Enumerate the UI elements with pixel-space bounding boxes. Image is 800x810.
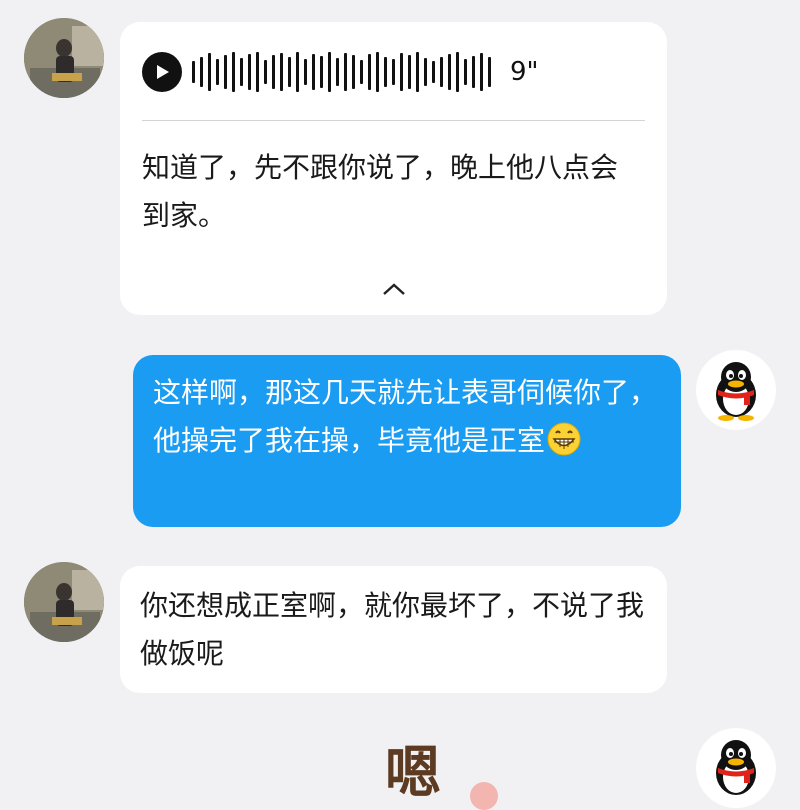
incoming-message-bubble[interactable]: 你还想成正室啊，就你最坏了，不说了我做饭呢 [120, 566, 667, 693]
waveform-bar [424, 58, 427, 86]
waveform-bar [224, 55, 227, 89]
waveform-bar [440, 57, 443, 87]
waveform-bar [480, 53, 483, 91]
voice-transcript: 知道了，先不跟你说了，晚上他八点会到家。 [142, 151, 619, 232]
waveform-bar [456, 52, 459, 92]
my-avatar[interactable] [696, 350, 776, 430]
waveform-bar [376, 52, 379, 92]
contact-avatar[interactable] [24, 562, 104, 642]
waveform-bar [256, 52, 259, 92]
waveform-bar [408, 55, 411, 89]
waveform-bar [248, 54, 251, 90]
waveform-bar [288, 57, 291, 87]
transcript-divider [142, 120, 645, 121]
contact-photo [24, 562, 104, 642]
waveform-bar [464, 59, 467, 85]
contact-avatar[interactable] [24, 18, 104, 98]
waveform-bar [208, 53, 211, 91]
voice-duration: 9" [510, 57, 539, 87]
waveform-bar [432, 61, 435, 83]
waveform-bar [192, 61, 195, 83]
waveform-bar [368, 54, 371, 90]
waveform-bar [328, 52, 331, 92]
my-avatar[interactable] [696, 728, 776, 808]
penguin-icon [716, 740, 756, 795]
waveform-bar [320, 56, 323, 88]
penguin-icon [716, 362, 756, 421]
voice-message-bubble[interactable]: 9" 知道了，先不跟你说了，晚上他八点会到家。 [120, 22, 667, 315]
waveform-bar [232, 52, 235, 92]
waveform-bar [312, 54, 315, 90]
waveform-bar [400, 53, 403, 91]
waveform-bar [240, 58, 243, 86]
grinning-face-emoji [547, 422, 581, 471]
waveform-bar [472, 56, 475, 88]
waveform-bar [264, 60, 267, 84]
voice-waveform [192, 52, 496, 92]
incoming-message-text: 你还想成正室啊，就你最坏了，不说了我做饭呢 [140, 589, 645, 670]
waveform-bar [448, 54, 451, 90]
waveform-bar [336, 58, 339, 86]
waveform-bar [344, 53, 347, 91]
waveform-bar [296, 52, 299, 92]
contact-photo [24, 18, 104, 98]
waveform-bar [488, 57, 491, 87]
waveform-bar [416, 52, 419, 92]
waveform-bar [360, 60, 363, 84]
chevron-up-icon[interactable] [374, 274, 414, 304]
waveform-bar [216, 59, 219, 85]
waveform-bar [384, 57, 387, 87]
waveform-bar [280, 53, 283, 91]
waveform-bar [200, 57, 203, 87]
outgoing-message-text-wrap: 这样啊，那这几天就先让表哥伺候你了，他操完了我在操，毕竟他是正室 [153, 369, 663, 471]
waveform-bar [304, 59, 307, 85]
waveform-bar [272, 55, 275, 89]
play-icon[interactable] [142, 52, 182, 92]
outgoing-message-bubble[interactable]: 这样啊，那这几天就先让表哥伺候你了，他操完了我在操，毕竟他是正室 [133, 355, 681, 527]
voice-player[interactable]: 9" [142, 52, 539, 92]
waveform-bar [352, 55, 355, 89]
sticker-message[interactable]: 嗯 [385, 745, 441, 801]
outgoing-message-text: 这样啊，那这几天就先让表哥伺候你了，他操完了我在操，毕竟他是正室 [153, 376, 658, 457]
sticker-decoration [470, 782, 498, 810]
waveform-bar [392, 59, 395, 85]
